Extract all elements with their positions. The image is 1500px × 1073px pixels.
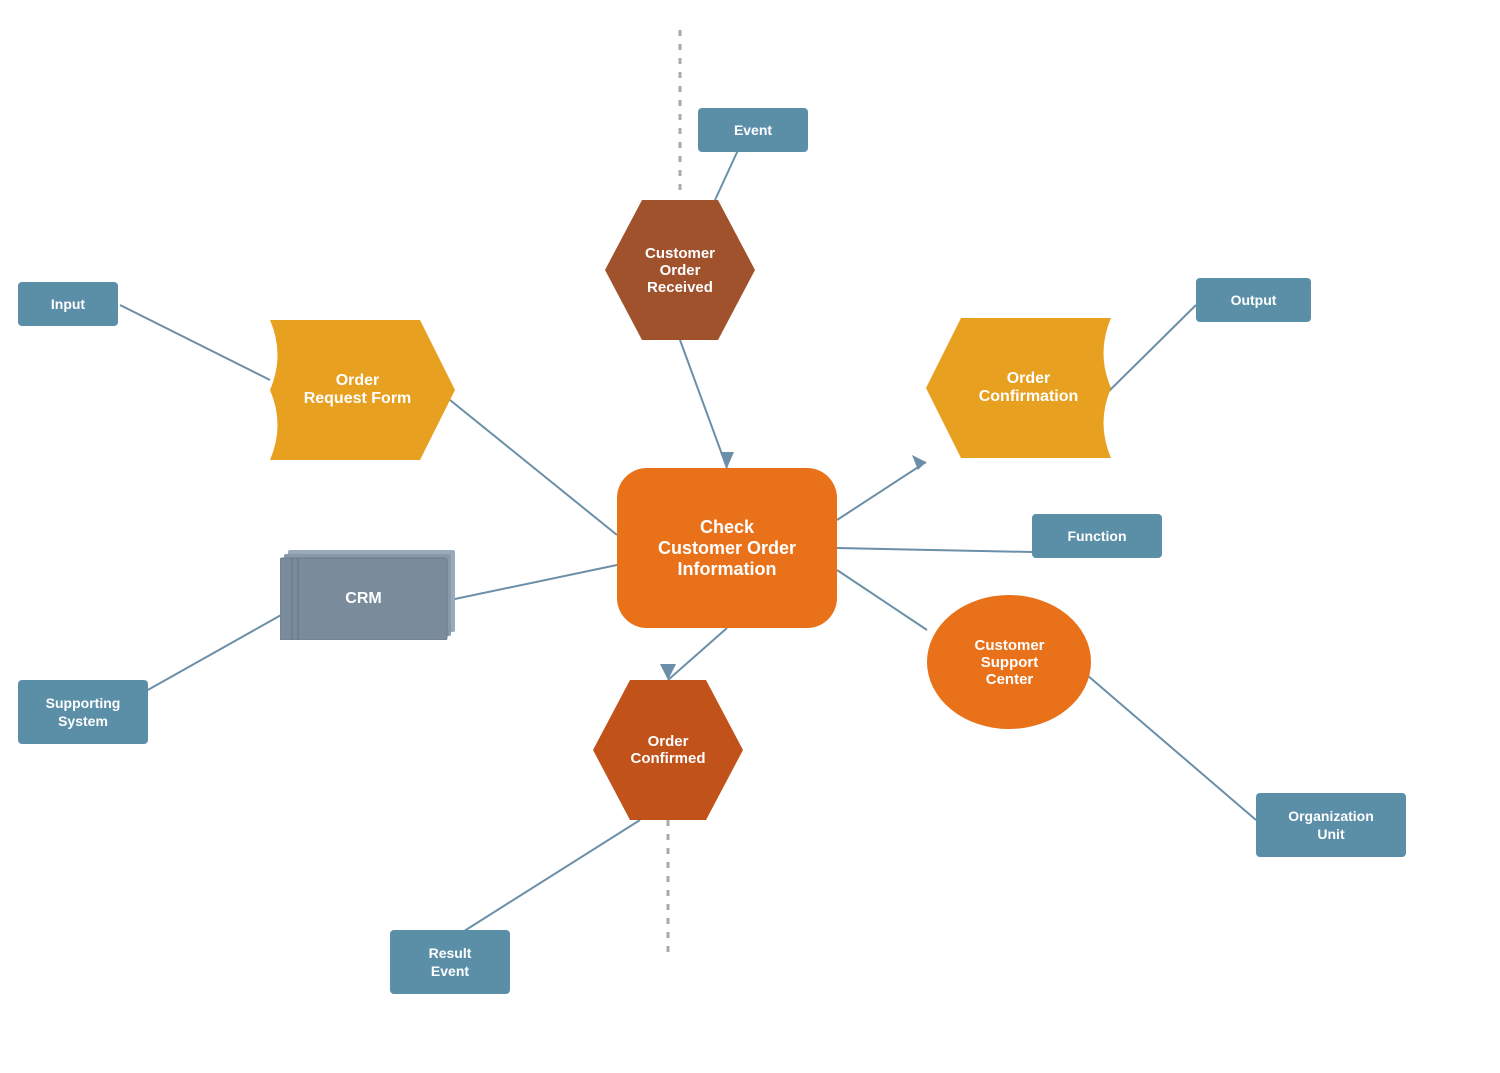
customer-support-center-node: Customer Support Center [927, 595, 1092, 730]
check-customer-order-node: Check Customer Order Information [617, 468, 837, 628]
event-label: Event [698, 108, 808, 152]
diagram: Check Customer Order Information Custome… [0, 0, 1500, 1073]
order-request-form-node: Order Request Form [270, 320, 455, 460]
crm-node: CRM [280, 550, 455, 640]
function-label: Function [1032, 514, 1162, 558]
output-label: Output [1196, 278, 1311, 322]
input-label: Input [18, 282, 118, 326]
result-event-label: Result Event [390, 930, 510, 994]
organization-unit-label: Organization Unit [1256, 793, 1406, 857]
customer-order-received-node: Customer Order Received [605, 200, 755, 340]
order-confirmation-node: Order Confirmation [926, 318, 1111, 458]
order-confirmed-node: Order Confirmed [593, 680, 743, 820]
supporting-system-label: Supporting System [18, 680, 148, 744]
